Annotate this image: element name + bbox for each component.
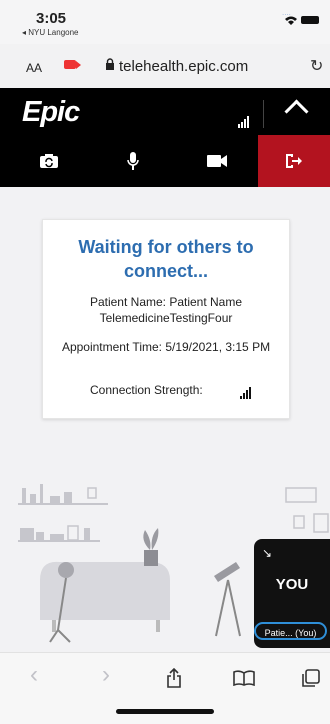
microphone-icon bbox=[127, 152, 139, 170]
wifi-battery-icons bbox=[283, 14, 321, 29]
connection-strength-icon bbox=[240, 381, 252, 399]
video-button[interactable] bbox=[184, 135, 250, 187]
text-size-button[interactable]: AA bbox=[26, 61, 42, 75]
lock-icon bbox=[105, 58, 115, 73]
leave-call-button[interactable] bbox=[258, 135, 330, 187]
expand-icon[interactable]: ↘ bbox=[262, 546, 272, 560]
header-divider bbox=[263, 100, 264, 128]
url-text[interactable]: telehealth.epic.com bbox=[119, 58, 248, 75]
epic-logo: Epic bbox=[22, 96, 80, 128]
network-strength-icon[interactable] bbox=[238, 110, 250, 128]
waiting-title: Waiting for others to connect... bbox=[78, 237, 254, 281]
status-time: 3:05 bbox=[36, 10, 67, 27]
camera-recording-icon[interactable] bbox=[64, 60, 81, 69]
share-icon[interactable] bbox=[166, 667, 182, 693]
appointment-time: Appointment Time: 5/19/2021, 3:15 PM bbox=[61, 340, 271, 354]
tabs-icon[interactable] bbox=[302, 669, 320, 692]
forward-button[interactable]: › bbox=[102, 661, 110, 689]
video-camera-icon bbox=[207, 155, 227, 167]
self-view-label: YOU bbox=[275, 576, 309, 593]
reload-icon[interactable]: ↻ bbox=[310, 56, 323, 76]
back-to-app-link[interactable]: ◂ NYU Langone bbox=[22, 28, 79, 37]
home-indicator bbox=[116, 709, 214, 714]
back-button[interactable]: ‹ bbox=[30, 661, 38, 689]
patient-name: Patient Name: Patient Name TelemedicineT… bbox=[89, 295, 243, 325]
participant-name-pill: Patie... (You) bbox=[254, 622, 327, 640]
switch-camera-icon bbox=[40, 154, 58, 168]
exit-icon bbox=[286, 154, 302, 168]
bookmarks-icon[interactable] bbox=[233, 670, 255, 691]
connection-strength-label: Connection Strength: bbox=[90, 383, 203, 397]
microphone-button[interactable] bbox=[100, 135, 166, 187]
switch-camera-button[interactable] bbox=[16, 135, 82, 187]
